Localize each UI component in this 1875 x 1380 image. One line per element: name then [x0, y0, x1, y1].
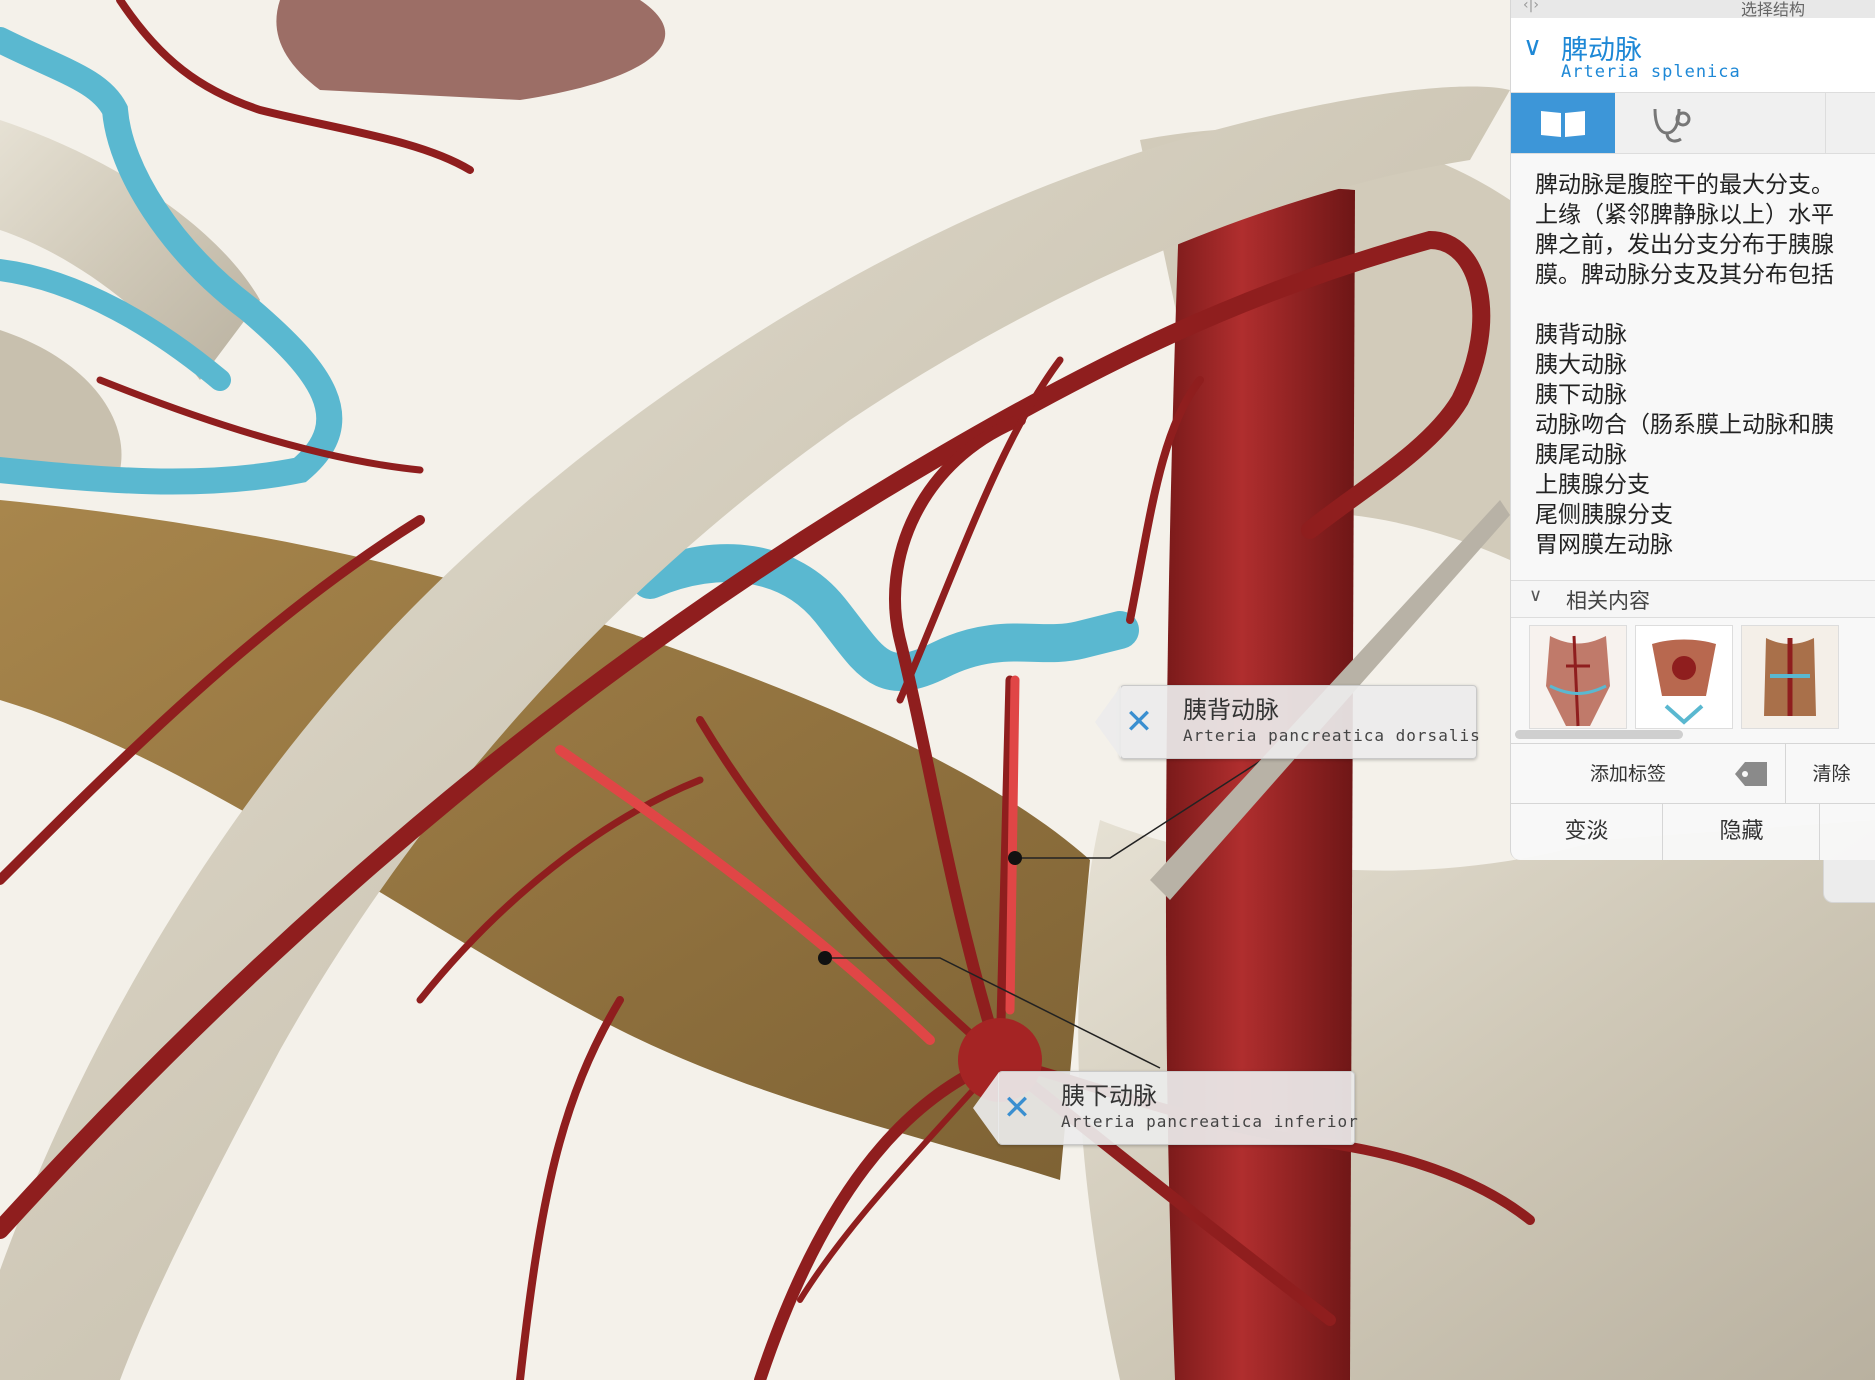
panel-extra-tab[interactable]: [1823, 860, 1875, 903]
related-anatomy-thumb[interactable]: [1741, 625, 1839, 729]
branch-item[interactable]: 胰大动脉: [1535, 350, 1834, 380]
branch-item[interactable]: 胰尾动脉: [1535, 440, 1834, 470]
related-content-header[interactable]: ∨ 相关内容: [1511, 580, 1875, 618]
visibility-action-row: 变淡 隐藏: [1511, 803, 1875, 860]
description-line: 脾动脉是腹腔干的最大分支。: [1535, 172, 1834, 198]
related-anatomy-thumb[interactable]: [1529, 625, 1627, 729]
structure-info-panel: ‹|› 选择结构 ∨ 脾动脉 Arteria splenica 脾动脉是腹腔干的…: [1510, 0, 1875, 860]
book-icon: [1541, 111, 1585, 137]
branch-item[interactable]: 动脉吻合（肠系膜上动脉和胰: [1535, 410, 1834, 440]
fade-label: 变淡: [1564, 819, 1609, 844]
clear-button[interactable]: 清除: [1785, 744, 1875, 804]
more-action-button[interactable]: [1819, 804, 1875, 860]
add-tag-label: 添加标签: [1589, 763, 1666, 785]
callout-dorsal-pancreatic[interactable]: ✕ 胰背动脉 Arteria pancreatica dorsalis: [1095, 685, 1480, 759]
hide-label: 隐藏: [1719, 819, 1764, 844]
panel-tabs: [1511, 93, 1875, 154]
branch-item[interactable]: 胰背动脉: [1535, 320, 1834, 350]
close-icon[interactable]: ✕: [999, 1090, 1035, 1126]
branch-list: 胰背动脉 胰大动脉 胰下动脉 动脉吻合（肠系膜上动脉和胰 胰尾动脉 上胰腺分支 …: [1535, 320, 1834, 560]
related-thumb-image: [1636, 626, 1732, 728]
related-thumb-image: [1530, 626, 1626, 728]
branch-item[interactable]: 上胰腺分支: [1535, 470, 1834, 500]
hide-button[interactable]: 隐藏: [1662, 804, 1820, 860]
clear-label: 清除: [1812, 763, 1851, 785]
branch-item[interactable]: 胰下动脉: [1535, 380, 1834, 410]
tab-clinical[interactable]: [1615, 93, 1719, 153]
structure-description: 脾动脉是腹腔干的最大分支。 上缘（紧邻脾静脉以上）水平 脾之前，发出分支分布于胰…: [1535, 170, 1875, 290]
add-tag-button[interactable]: 添加标签: [1511, 744, 1785, 804]
branch-item[interactable]: 胃网膜左动脉: [1535, 530, 1834, 560]
panel-title: 选择结构: [1741, 0, 1806, 19]
description-line: 脾之前，发出分支分布于胰腺: [1535, 232, 1834, 258]
callout-latin-name: Arteria pancreatica inferior: [1061, 1112, 1359, 1131]
panel-resize-nav[interactable]: ‹|›: [1523, 0, 1539, 13]
callout-latin-name: Arteria pancreatica dorsalis: [1183, 726, 1481, 745]
chevron-down-icon[interactable]: ∨: [1523, 32, 1542, 62]
callout-chinese-name: 胰背动脉: [1183, 696, 1279, 724]
selected-structure[interactable]: ∨ 脾动脉 Arteria splenica: [1511, 18, 1875, 93]
tab-more[interactable]: [1825, 93, 1875, 153]
panel-header: ‹|› 选择结构: [1511, 0, 1875, 19]
description-line: 上缘（紧邻脾静脉以上）水平: [1535, 202, 1834, 228]
related-scrollbar[interactable]: [1515, 730, 1683, 739]
tag-action-row: 添加标签 清除: [1511, 743, 1875, 804]
callout-chinese-name: 胰下动脉: [1061, 1082, 1157, 1110]
close-icon[interactable]: ✕: [1121, 704, 1157, 740]
callout-inferior-pancreatic[interactable]: ✕ 胰下动脉 Arteria pancreatica inferior: [973, 1071, 1358, 1145]
tag-icon: [1735, 762, 1767, 786]
related-content-title: 相关内容: [1566, 589, 1650, 613]
related-anatomy-thumb[interactable]: [1635, 625, 1733, 729]
structure-latin-name: Arteria splenica: [1561, 62, 1741, 82]
chevron-down-icon[interactable]: ∨: [1529, 585, 1542, 606]
tab-description[interactable]: [1511, 93, 1615, 153]
stethoscope-icon: [1653, 108, 1691, 143]
branch-item[interactable]: 尾侧胰腺分支: [1535, 500, 1834, 530]
description-line: 膜。脾动脉分支及其分布包括: [1535, 262, 1834, 288]
fade-button[interactable]: 变淡: [1511, 804, 1662, 860]
highlighted-dorsal-pancreatic-artery[interactable]: [1005, 675, 1020, 1015]
related-thumb-image: [1742, 626, 1838, 728]
